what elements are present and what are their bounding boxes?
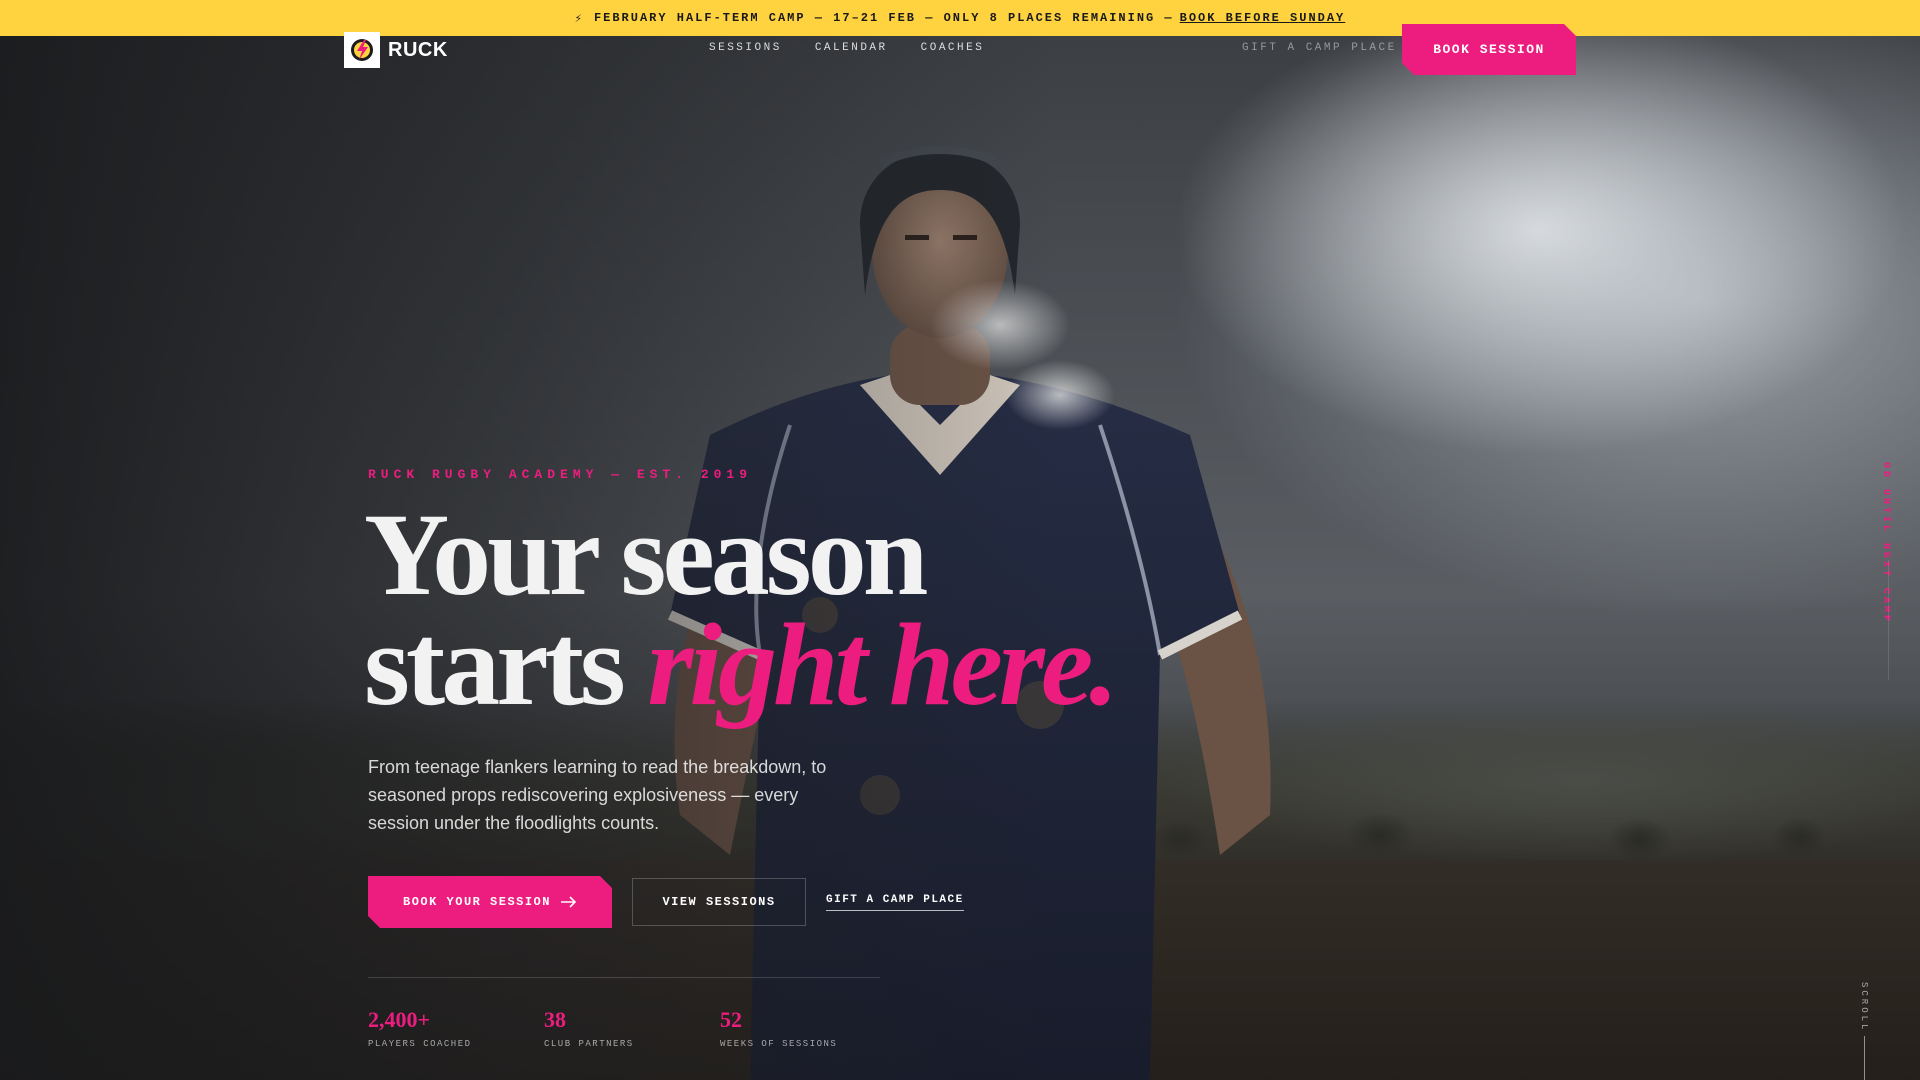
brand-name: RUCK — [388, 38, 448, 61]
scroll-indicator[interactable]: SCROLL — [1859, 982, 1869, 1032]
nav-links: SESSIONS CALENDAR COACHES — [709, 42, 984, 54]
stat-label: WEEKS OF SESSIONS — [720, 1039, 838, 1049]
stats-row: 2,400+ PLAYERS COACHED 38 CLUB PARTNERS … — [368, 1007, 896, 1049]
arrow-right-icon — [561, 896, 577, 908]
lightning-ball-icon — [344, 32, 380, 68]
hero-actions: BOOK YOUR SESSION VIEW SESSIONS GIFT A C… — [368, 876, 964, 928]
main-nav: RUCK SESSIONS CALENDAR COACHES GIFT A CA… — [0, 24, 1920, 76]
headline-line-2: starts — [364, 599, 626, 730]
headline-accent: right here. — [647, 599, 1118, 730]
hero-eyebrow: RUCK RUGBY ACADEMY — EST. 2019 — [368, 467, 753, 482]
stat-label: PLAYERS COACHED — [368, 1039, 472, 1049]
book-your-session-button[interactable]: BOOK YOUR SESSION — [368, 876, 612, 928]
camp-countdown: 0D UNTIL NEXT CAMP — [1880, 462, 1891, 625]
scroll-line — [1864, 1036, 1865, 1080]
hero-description: From teenage flankers learning to read t… — [368, 757, 827, 833]
book-your-session-label: BOOK YOUR SESSION — [403, 895, 551, 909]
logo[interactable]: RUCK — [344, 32, 448, 68]
stat-value: 2,400+ — [368, 1007, 431, 1032]
stat-clubs: 38 CLUB PARTNERS — [544, 1007, 720, 1049]
nav-coaches[interactable]: COACHES — [921, 42, 985, 54]
countdown-rule — [1888, 560, 1889, 680]
stat-value: 52 — [720, 1007, 742, 1032]
gift-camp-place-link[interactable]: GIFT A CAMP PLACE — [826, 894, 964, 911]
stat-value: 38 — [544, 1007, 566, 1032]
announcement-text: FEBRUARY HALF-TERM CAMP — 17–21 FEB — ON… — [593, 11, 1174, 25]
nav-gift-camp-place[interactable]: GIFT A CAMP PLACE — [1242, 42, 1397, 54]
nav-sessions[interactable]: SESSIONS — [709, 42, 782, 54]
stat-players: 2,400+ PLAYERS COACHED — [368, 1007, 544, 1049]
nav-calendar[interactable]: CALENDAR — [815, 42, 888, 54]
book-before-sunday-link[interactable]: BOOK BEFORE SUNDAY — [1180, 11, 1346, 25]
hero-headline: Your season starts right here. — [364, 496, 1364, 724]
view-sessions-button[interactable]: VIEW SESSIONS — [632, 878, 806, 926]
stat-label: CLUB PARTNERS — [544, 1039, 634, 1049]
stat-weeks: 52 WEEKS OF SESSIONS — [720, 1007, 896, 1049]
book-session-button[interactable]: BOOK SESSION — [1402, 24, 1576, 75]
stats-divider — [368, 977, 880, 978]
